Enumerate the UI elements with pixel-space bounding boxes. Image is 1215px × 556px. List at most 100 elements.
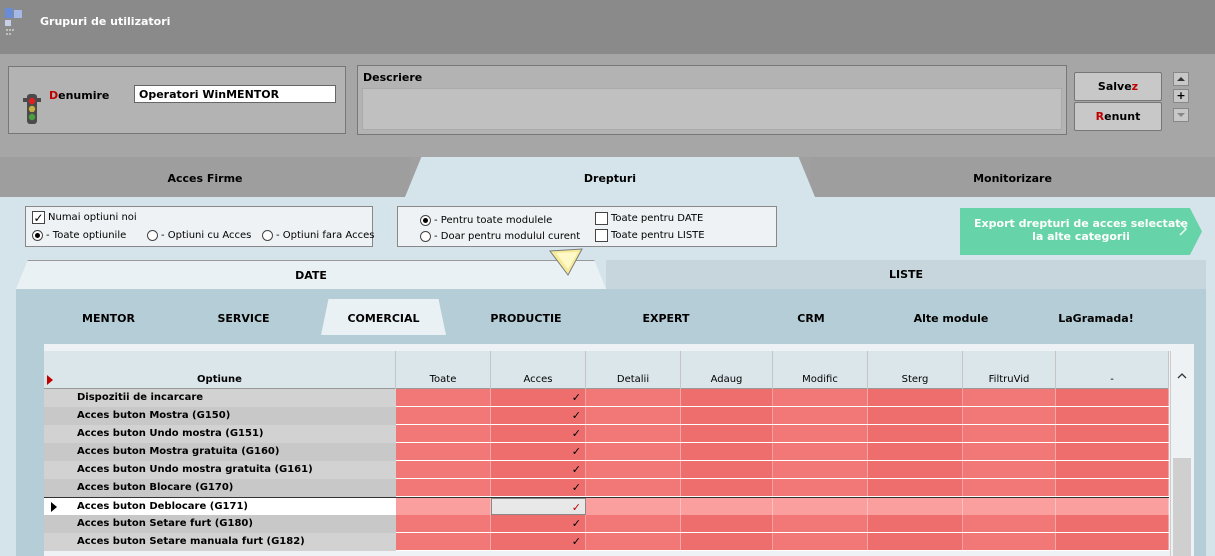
grid-cell[interactable] bbox=[681, 443, 773, 460]
table-row[interactable]: Acces buton Blocare (G170) ✓ bbox=[44, 479, 1169, 497]
grid-cell[interactable] bbox=[586, 425, 681, 442]
grid-cell[interactable] bbox=[681, 461, 773, 478]
grid-cell[interactable] bbox=[963, 425, 1056, 442]
up-arrow-icon[interactable] bbox=[1173, 72, 1189, 86]
grid-cell[interactable] bbox=[963, 533, 1056, 550]
grid-cell[interactable] bbox=[586, 498, 681, 515]
grid-cell[interactable] bbox=[963, 443, 1056, 460]
acces-cell[interactable]: ✓ bbox=[491, 443, 586, 460]
grid-cell[interactable] bbox=[963, 498, 1056, 515]
col-toate[interactable]: Toate bbox=[396, 351, 491, 389]
grid-cell[interactable] bbox=[1056, 479, 1169, 496]
grid-cell[interactable] bbox=[586, 461, 681, 478]
grid-cell[interactable] bbox=[396, 498, 491, 515]
grid-cell[interactable] bbox=[1056, 533, 1169, 550]
grid-cell[interactable] bbox=[681, 407, 773, 424]
grid-cell[interactable] bbox=[868, 407, 963, 424]
radio-current-module[interactable]: - Doar pentru modulul curent bbox=[420, 231, 580, 242]
all-liste-checkbox[interactable]: Toate pentru LISTE bbox=[595, 229, 705, 242]
grid-cell[interactable] bbox=[681, 498, 773, 515]
grid-cell[interactable] bbox=[773, 407, 868, 424]
grid-cell[interactable] bbox=[396, 425, 491, 442]
grid-cell[interactable] bbox=[1056, 425, 1169, 442]
col-acces[interactable]: Acces bbox=[491, 351, 586, 389]
acces-cell[interactable]: ✓ bbox=[491, 515, 586, 532]
grid-cell[interactable] bbox=[396, 389, 491, 406]
table-row[interactable]: Acces buton Mostra (G150) ✓ bbox=[44, 407, 1169, 425]
grid-cell[interactable] bbox=[773, 461, 868, 478]
col-sterg[interactable]: Sterg bbox=[868, 351, 963, 389]
grid-cell[interactable] bbox=[773, 425, 868, 442]
grid-cell[interactable] bbox=[963, 515, 1056, 532]
grid-cell[interactable] bbox=[963, 407, 1056, 424]
table-row[interactable]: Acces buton Setare furt (G180) ✓ bbox=[44, 515, 1169, 533]
tab-mentor[interactable]: MENTOR bbox=[56, 299, 161, 335]
tab-productie[interactable]: PRODUCTIE bbox=[466, 299, 586, 335]
grid-cell[interactable] bbox=[773, 389, 868, 406]
all-date-checkbox[interactable]: Toate pentru DATE bbox=[595, 212, 703, 225]
acces-cell[interactable]: ✓ bbox=[491, 389, 586, 406]
acces-cell[interactable]: ✓ bbox=[491, 533, 586, 550]
scroll-up-icon[interactable] bbox=[1176, 371, 1188, 381]
grid-cell[interactable] bbox=[681, 425, 773, 442]
grid-cell[interactable] bbox=[681, 479, 773, 496]
radio-all-options[interactable]: - Toate optiunile bbox=[32, 230, 126, 241]
tab-crm[interactable]: CRM bbox=[746, 299, 876, 335]
tab-expert[interactable]: EXPERT bbox=[601, 299, 731, 335]
table-row[interactable]: Dispozitii de incarcare ✓ bbox=[44, 389, 1169, 407]
grid-cell[interactable] bbox=[1056, 443, 1169, 460]
scroll-thumb[interactable] bbox=[1173, 458, 1191, 556]
tab-monitorizare[interactable]: Monitorizare bbox=[810, 157, 1215, 197]
only-new-checkbox[interactable]: ✓ Numai optiuni noi bbox=[32, 211, 137, 224]
grid-scrollbar[interactable] bbox=[1170, 351, 1194, 556]
col-adaug[interactable]: Adaug bbox=[681, 351, 773, 389]
cancel-button[interactable]: Renunt bbox=[1074, 102, 1162, 131]
col-dash[interactable]: - bbox=[1056, 351, 1169, 389]
tab-lagramada[interactable]: LaGramada! bbox=[1026, 299, 1166, 335]
grid-cell[interactable] bbox=[773, 479, 868, 496]
tab-comercial[interactable]: COMERCIAL bbox=[321, 299, 446, 335]
acces-cell[interactable]: ✓ bbox=[491, 498, 586, 515]
table-row[interactable]: Acces buton Undo mostra gratuita (G161) ✓ bbox=[44, 461, 1169, 479]
grid-cell[interactable] bbox=[1056, 407, 1169, 424]
grid-cell[interactable] bbox=[963, 461, 1056, 478]
export-rights-button[interactable]: Export drepturi de acces selectate la al… bbox=[960, 208, 1202, 255]
grid-cell[interactable] bbox=[586, 443, 681, 460]
col-optiune[interactable]: Optiune bbox=[44, 351, 396, 389]
name-input[interactable] bbox=[134, 85, 336, 103]
col-modific[interactable]: Modific bbox=[773, 351, 868, 389]
grid-cell[interactable] bbox=[586, 533, 681, 550]
grid-cell[interactable] bbox=[868, 515, 963, 532]
grid-cell[interactable] bbox=[868, 389, 963, 406]
grid-cell[interactable] bbox=[963, 479, 1056, 496]
radio-without-access[interactable]: - Optiuni fara Acces bbox=[262, 230, 374, 241]
add-button[interactable]: + bbox=[1173, 89, 1189, 103]
acces-cell[interactable]: ✓ bbox=[491, 425, 586, 442]
tab-service[interactable]: SERVICE bbox=[186, 299, 301, 335]
grid-cell[interactable] bbox=[1056, 515, 1169, 532]
grid-cell[interactable] bbox=[681, 389, 773, 406]
grid-cell[interactable] bbox=[868, 443, 963, 460]
grid-cell[interactable] bbox=[396, 515, 491, 532]
col-filtruvid[interactable]: FiltruVid bbox=[963, 351, 1056, 389]
table-row[interactable]: Acces buton Deblocare (G171) ✓ bbox=[44, 497, 1169, 516]
grid-cell[interactable] bbox=[868, 533, 963, 550]
grid-cell[interactable] bbox=[396, 407, 491, 424]
down-arrow-icon[interactable] bbox=[1173, 108, 1189, 122]
grid-cell[interactable] bbox=[396, 533, 491, 550]
grid-cell[interactable] bbox=[681, 515, 773, 532]
grid-cell[interactable] bbox=[396, 443, 491, 460]
grid-cell[interactable] bbox=[963, 389, 1056, 406]
grid-cell[interactable] bbox=[773, 533, 868, 550]
save-button[interactable]: Salvez bbox=[1074, 72, 1162, 101]
tab-alte-module[interactable]: Alte module bbox=[881, 299, 1021, 335]
grid-cell[interactable] bbox=[868, 498, 963, 515]
grid-cell[interactable] bbox=[396, 461, 491, 478]
table-row[interactable]: Acces buton Mostra gratuita (G160) ✓ bbox=[44, 443, 1169, 461]
grid-cell[interactable] bbox=[396, 479, 491, 496]
tab-liste[interactable]: LISTE bbox=[606, 260, 1206, 289]
table-row[interactable]: Acces buton Undo mostra (G151) ✓ bbox=[44, 425, 1169, 443]
grid-cell[interactable] bbox=[1056, 461, 1169, 478]
grid-cell[interactable] bbox=[773, 515, 868, 532]
grid-cell[interactable] bbox=[681, 533, 773, 550]
